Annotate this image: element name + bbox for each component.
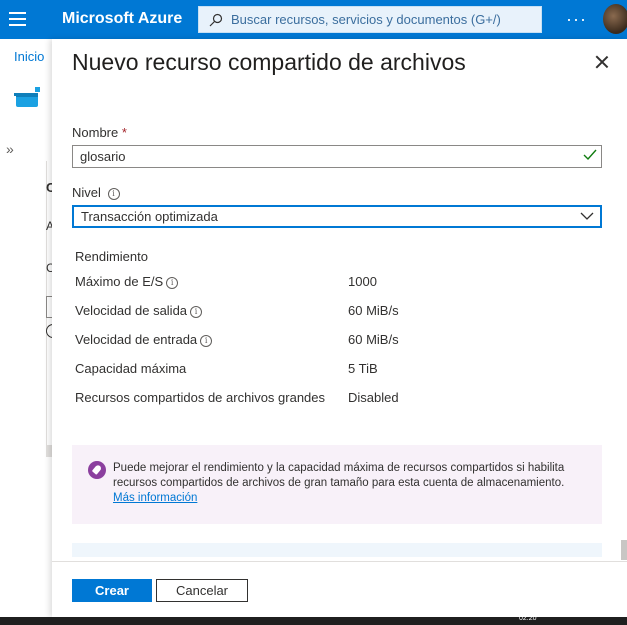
chevron-down-icon xyxy=(580,212,594,220)
top-bar: Microsoft Azure ··· xyxy=(0,0,627,39)
taskbar-clock: 02:20 xyxy=(519,615,537,622)
performance-heading: Rendimiento xyxy=(75,249,148,264)
taskbar: 02:20 xyxy=(0,615,627,625)
cancel-button[interactable]: Cancelar xyxy=(156,579,248,602)
required-indicator: * xyxy=(121,125,127,140)
search-input[interactable] xyxy=(231,12,531,27)
large-file-shares-label: Recursos compartidos de archivos grandes xyxy=(75,390,326,405)
ingress-label: Velocidad de entrada i xyxy=(75,332,213,347)
max-io-label: Máximo de E/S i xyxy=(75,274,179,289)
egress-value: 60 MiB/s xyxy=(348,303,399,318)
checkmark-icon xyxy=(583,149,597,161)
tier-label-text: Nivel xyxy=(72,185,101,200)
name-label: Nombre * xyxy=(72,125,127,140)
info-icon[interactable]: i xyxy=(166,276,179,289)
max-io-value: 1000 xyxy=(348,274,377,289)
brand-title[interactable]: Microsoft Azure xyxy=(62,10,182,28)
background-page: Inicio » C A C xyxy=(0,39,55,617)
tier-selected-value: Transacción optimizada xyxy=(81,209,218,224)
name-input[interactable] xyxy=(72,145,602,168)
max-capacity-value: 5 TiB xyxy=(348,361,378,376)
max-io-label-text: Máximo de E/S xyxy=(75,274,164,289)
info-icon[interactable]: i xyxy=(107,187,120,200)
rocket-icon xyxy=(88,461,106,479)
create-button[interactable]: Crear xyxy=(72,579,152,602)
notice-text: Puede mejorar el rendimiento y la capaci… xyxy=(113,462,565,489)
panel-title: Nuevo recurso compartido de archivos xyxy=(72,49,466,75)
new-file-share-panel: Nuevo recurso compartido de archivos Nom… xyxy=(52,39,627,617)
learn-more-link[interactable]: Más información xyxy=(113,492,197,504)
info-icon[interactable]: i xyxy=(190,305,203,318)
tier-dropdown[interactable]: Transacción optimizada xyxy=(72,205,602,228)
ingress-label-text: Velocidad de entrada xyxy=(75,332,198,347)
egress-label-text: Velocidad de salida xyxy=(75,303,188,318)
info-icon[interactable]: i xyxy=(200,334,213,347)
storage-account-icon xyxy=(14,87,40,107)
name-label-text: Nombre xyxy=(72,125,119,140)
more-options-icon[interactable]: ··· xyxy=(566,9,587,30)
hamburger-menu-icon[interactable] xyxy=(9,12,26,26)
info-banner-partial xyxy=(72,543,602,557)
egress-label: Velocidad de salida i xyxy=(75,303,203,318)
search-icon xyxy=(209,13,223,26)
global-search-box[interactable] xyxy=(198,6,542,33)
info-notice: Puede mejorar el rendimiento y la capaci… xyxy=(72,445,602,524)
user-avatar[interactable] xyxy=(603,4,627,34)
large-file-shares-value: Disabled xyxy=(348,390,399,405)
scrollbar[interactable] xyxy=(621,540,627,560)
expand-chevron-icon[interactable]: » xyxy=(6,141,14,157)
footer-divider xyxy=(52,561,627,562)
max-capacity-label: Capacidad máxima xyxy=(75,361,187,376)
tier-label: Nivel i xyxy=(72,185,120,200)
breadcrumb-home[interactable]: Inicio xyxy=(14,49,44,64)
close-icon[interactable] xyxy=(593,53,611,71)
ingress-value: 60 MiB/s xyxy=(348,332,399,347)
